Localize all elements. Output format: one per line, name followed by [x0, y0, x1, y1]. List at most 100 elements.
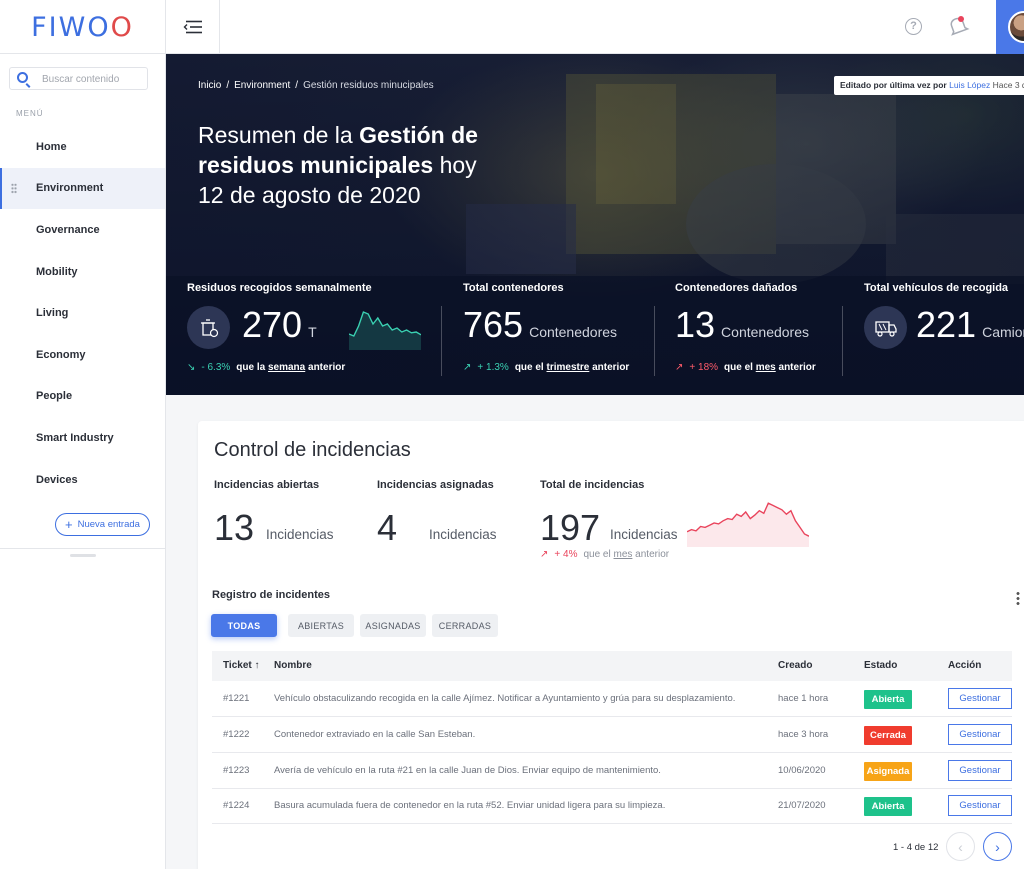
stat-unit: Incidencias: [429, 527, 497, 542]
stat-value: 4: [377, 507, 398, 548]
kpi-number: 270: [242, 304, 303, 345]
sidebar-divider: [0, 548, 165, 549]
column-name[interactable]: Nombre: [274, 660, 312, 671]
help-icon[interactable]: ?: [905, 18, 922, 35]
stat-open-incidents: Incidencias abiertas 13 Incidencias: [214, 479, 334, 547]
trend-down-arrow-icon: ↘: [187, 362, 196, 373]
incidents-sparkline: [687, 502, 809, 547]
kpi-value: 765 Contenedores: [463, 304, 617, 353]
sidebar-item-living[interactable]: Living: [0, 292, 165, 334]
stat-value: 13: [214, 507, 255, 548]
kpi-title: Total vehículos de recogida: [864, 282, 1009, 294]
sidebar-item-governance[interactable]: Governance: [0, 209, 165, 251]
stat-total-incidents: Total de incidencias 197 Incidencias: [540, 479, 809, 547]
chevron-right-icon: ›: [995, 838, 1000, 855]
trend-period-link[interactable]: semana: [268, 362, 305, 373]
garbage-truck-icon: [864, 306, 907, 349]
filter-closed-button[interactable]: CERRADAS: [432, 614, 498, 637]
trend-suffix: anterior: [589, 362, 630, 373]
column-status[interactable]: Estado: [864, 660, 897, 671]
ticket-id: #1223: [223, 765, 250, 776]
trend-prefix: que la: [236, 362, 268, 373]
manage-button[interactable]: Gestionar: [948, 760, 1012, 781]
collapse-menu-icon: [183, 20, 202, 34]
filter-assigned-button[interactable]: ASIGNADAS: [360, 614, 426, 637]
sidebar-nav: Home Environment Governance Mobility Liv…: [0, 126, 165, 500]
breadcrumb-environment[interactable]: Environment: [234, 80, 290, 91]
trend-period-link[interactable]: mes: [614, 549, 633, 560]
sparkline-area: [687, 503, 809, 547]
incidents-trend: ↗ + 4% que el mes anterior: [540, 549, 669, 560]
incident-name: Vehículo obstaculizando recogida en la c…: [274, 693, 736, 704]
chevron-left-icon: ‹: [958, 838, 963, 855]
kpi-value: 270 T: [242, 304, 317, 353]
kpi-number: 221: [916, 304, 977, 345]
waste-bin-icon: [187, 306, 230, 349]
sidebar-resize-handle[interactable]: [70, 554, 96, 557]
more-options-icon[interactable]: [1016, 591, 1020, 605]
manage-button[interactable]: Gestionar: [948, 688, 1012, 709]
trend-text: que el trimestre anterior: [515, 362, 630, 373]
manage-button[interactable]: Gestionar: [948, 795, 1012, 816]
kpi-trend: ↗ + 18% que el mes anterior: [675, 362, 816, 373]
sidebar-item-label: People: [36, 390, 73, 403]
notification-bell-icon[interactable]: [946, 14, 970, 38]
user-menu[interactable]: [996, 0, 1024, 54]
ticket-id: #1222: [223, 729, 250, 740]
stat-title: Incidencias asignadas: [377, 479, 494, 491]
breadcrumb-separator: /: [295, 80, 299, 91]
status-badge: Abierta: [864, 797, 912, 816]
trend-prefix: que el: [514, 362, 547, 373]
trend-period-link[interactable]: trimestre: [547, 362, 590, 373]
stat-title: Incidencias abiertas: [214, 479, 320, 491]
column-created[interactable]: Creado: [778, 660, 812, 671]
status-badge: Asignada: [864, 762, 912, 781]
new-entry-label: Nueva entrada: [77, 519, 140, 530]
manage-button[interactable]: Gestionar: [948, 724, 1012, 745]
sidebar-item-home[interactable]: Home: [0, 126, 165, 168]
trend-text: que el mes anterior: [583, 549, 669, 560]
menu-toggle-button[interactable]: [166, 0, 220, 54]
kpi-divider: [441, 306, 442, 376]
created-date: hace 1 hora: [778, 693, 829, 704]
logo-container[interactable]: FIWOO: [0, 0, 166, 54]
plus-icon: +: [65, 516, 73, 532]
sidebar-item-smart-industry[interactable]: Smart Industry: [0, 417, 165, 459]
breadcrumb: Inicio / Environment / Gestión residuos …: [198, 80, 434, 91]
kpi-divider: [654, 306, 655, 376]
new-entry-button[interactable]: + Nueva entrada: [55, 513, 150, 536]
sidebar-item-economy[interactable]: Economy: [0, 334, 165, 376]
kpi-unit: T: [308, 324, 317, 340]
last-edited-user[interactable]: Luis López: [949, 80, 990, 90]
sidebar-item-mobility[interactable]: Mobility: [0, 251, 165, 293]
ticket-id: #1221: [223, 693, 250, 704]
sidebar-item-devices[interactable]: Devices: [0, 459, 165, 501]
created-date: 21/07/2020: [778, 800, 826, 811]
sidebar-item-label: Home: [36, 140, 67, 153]
filter-open-button[interactable]: ABIERTAS: [288, 614, 354, 637]
breadcrumb-home[interactable]: Inicio: [198, 80, 221, 91]
kpi-sparkline: [349, 311, 421, 350]
previous-page-button[interactable]: ‹: [946, 832, 975, 861]
table-row: #1224 Basura acumulada fuera de contened…: [212, 788, 1012, 824]
column-label: Ticket: [223, 660, 252, 671]
last-edited-label: Editado por última vez por: [840, 80, 947, 90]
kpi-total-containers: Total contenedores 765 Contenedores ↗ + 1…: [463, 282, 629, 373]
column-ticket[interactable]: Ticket ↑: [223, 660, 260, 671]
kpi-unit: Camion: [982, 324, 1024, 340]
next-page-button[interactable]: ›: [983, 832, 1012, 861]
search-input[interactable]: [42, 71, 142, 87]
trend-percent: + 4%: [554, 549, 578, 560]
title-date: 12 de agosto de 2020: [198, 182, 421, 208]
filter-all-button[interactable]: TODAS: [211, 614, 277, 637]
trend-up-arrow-icon: ↗: [675, 362, 684, 373]
kpi-unit: Contenedores: [721, 324, 809, 340]
trend-period-link[interactable]: mes: [756, 362, 776, 373]
trend-prefix: que el: [724, 362, 756, 373]
incidents-card: Control de incidencias Incidencias abier…: [198, 421, 1024, 869]
sidebar-item-environment[interactable]: Environment: [0, 167, 165, 210]
kpi-number: 765: [463, 304, 524, 345]
breadcrumb-current: Gestión residuos minucipales: [303, 80, 434, 91]
pagination-info: 1 - 4 de 12: [893, 842, 939, 853]
sidebar-item-people[interactable]: People: [0, 376, 165, 418]
